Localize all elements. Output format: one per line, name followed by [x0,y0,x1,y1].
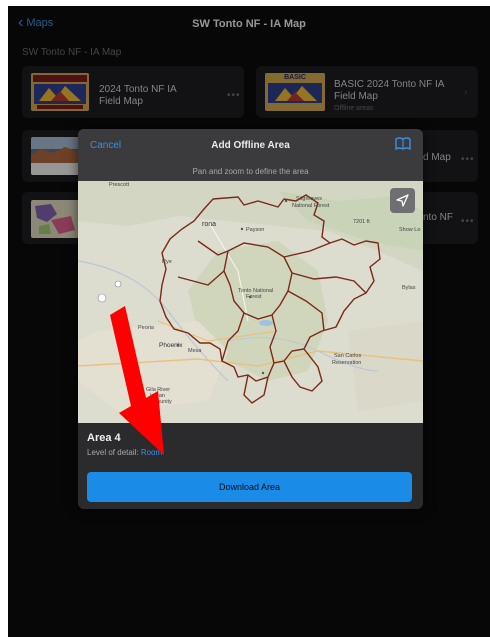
map-label: San Carlos [334,353,361,359]
map-label: Rye [162,259,172,265]
map-label: Prescott [109,182,130,188]
area-name: Area 4 [87,432,121,444]
map-label: Peoria [138,325,155,331]
map-view[interactable]: Prescott Sitgreaves National Forest 7201… [78,181,423,423]
lod-label: Level of detail: [87,448,139,457]
app-screen: ‹ Maps SW Tonto NF - IA Map SW Tonto NF … [8,6,490,637]
map-label: National Forest [292,203,330,209]
map-label: Mesa [188,348,202,354]
book-icon[interactable] [395,137,411,156]
map-label: Bylas [402,285,416,291]
area-info-panel: Area 4 Level of detail: Room Download Ar… [78,423,423,509]
add-offline-area-sheet: Cancel Add Offline Area Pan and zoom to … [78,129,423,509]
map-label: 7201 ft [353,219,370,225]
map-label: Sitgreaves [296,196,322,202]
level-of-detail: Level of detail: Room [87,448,162,457]
map-label: Payson [246,227,264,233]
map-label: Show Lo [399,227,420,233]
map-label: Reservation [332,360,361,366]
location-arrow-icon [396,194,409,207]
map-canvas: Prescott Sitgreaves National Forest 7201… [78,181,423,423]
map-label: rona [202,221,216,228]
map-label: Phoenix [159,342,183,349]
sheet-header: Cancel Add Offline Area Pan and zoom to … [78,129,423,181]
map-label: Forest [246,294,262,300]
location-button[interactable] [390,188,415,213]
sheet-title: Add Offline Area [211,140,290,151]
download-area-button[interactable]: Download Area [87,472,412,502]
map-label: Community [144,399,172,405]
sheet-instructions: Pan and zoom to define the area [192,167,309,176]
lod-value-link[interactable]: Room [141,448,162,457]
